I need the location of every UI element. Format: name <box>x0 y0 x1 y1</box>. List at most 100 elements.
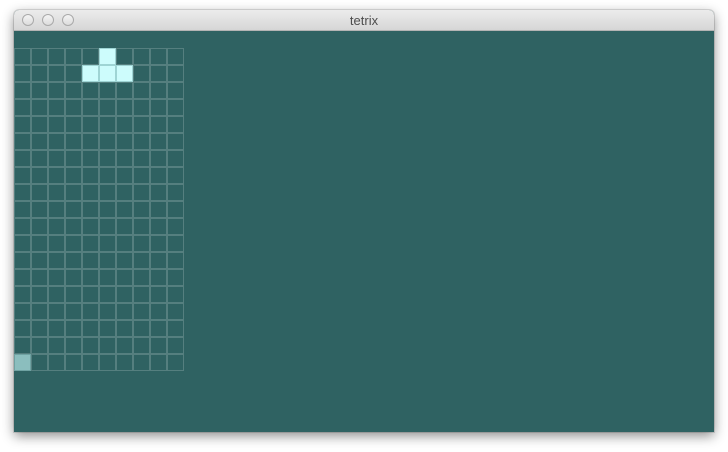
board-cell <box>82 235 99 252</box>
board-cell <box>82 48 99 65</box>
board-cell <box>99 303 116 320</box>
board-cell <box>48 286 65 303</box>
board-cell <box>167 286 184 303</box>
board-cell <box>167 269 184 286</box>
board-cell <box>133 99 150 116</box>
board-cell <box>48 167 65 184</box>
board-cell <box>133 184 150 201</box>
board-cell <box>31 99 48 116</box>
board-cell <box>116 320 133 337</box>
board-cell <box>65 99 82 116</box>
board-cell <box>167 354 184 371</box>
board-cell <box>116 218 133 235</box>
board-cell <box>14 252 31 269</box>
board-cell <box>31 354 48 371</box>
board-cell <box>48 303 65 320</box>
board-cell <box>48 99 65 116</box>
board-cell <box>150 99 167 116</box>
board-cell <box>133 167 150 184</box>
board-cell <box>14 65 31 82</box>
board-cell <box>150 218 167 235</box>
board-cell <box>82 354 99 371</box>
board-cell <box>116 354 133 371</box>
board-cell <box>14 116 31 133</box>
board-cell <box>48 218 65 235</box>
board-cell <box>82 116 99 133</box>
game-area[interactable] <box>14 31 714 432</box>
title-bar[interactable]: tetrix <box>14 10 714 31</box>
board-cell <box>48 82 65 99</box>
board-cell <box>167 133 184 150</box>
board-cell <box>167 82 184 99</box>
board-cell <box>31 82 48 99</box>
board-cell <box>167 116 184 133</box>
board-cell <box>48 184 65 201</box>
board-cell <box>82 218 99 235</box>
active-piece-block <box>82 65 99 82</box>
board-cell <box>48 252 65 269</box>
board-cell <box>133 286 150 303</box>
board-cell <box>116 184 133 201</box>
board-cell <box>31 133 48 150</box>
board-cell <box>82 99 99 116</box>
board-cell <box>99 320 116 337</box>
board-cell <box>99 167 116 184</box>
tetris-board[interactable] <box>14 48 184 371</box>
board-cell <box>167 235 184 252</box>
board-cell <box>48 269 65 286</box>
board-cell <box>65 65 82 82</box>
board-cell <box>133 150 150 167</box>
board-cell <box>82 337 99 354</box>
board-cell <box>150 201 167 218</box>
board-cell <box>99 99 116 116</box>
board-cell <box>65 82 82 99</box>
board-cell <box>14 320 31 337</box>
board-cell <box>31 269 48 286</box>
board-cell <box>133 65 150 82</box>
board-cell <box>31 303 48 320</box>
board-cell <box>150 150 167 167</box>
board-cell <box>82 252 99 269</box>
board-cell <box>133 218 150 235</box>
board-cell <box>99 184 116 201</box>
board-cell <box>31 218 48 235</box>
board-cell <box>31 48 48 65</box>
board-cell <box>167 201 184 218</box>
board-cell <box>65 150 82 167</box>
board-cell <box>99 252 116 269</box>
board-cell <box>65 354 82 371</box>
board-cell <box>65 218 82 235</box>
board-cell <box>48 150 65 167</box>
board-cell <box>116 235 133 252</box>
board-cell <box>31 201 48 218</box>
board-cell <box>167 337 184 354</box>
board-cell <box>14 133 31 150</box>
board-cell <box>150 184 167 201</box>
board-cell <box>150 133 167 150</box>
board-cell <box>133 133 150 150</box>
board-cell <box>14 167 31 184</box>
board-cell <box>133 269 150 286</box>
board-cell <box>14 235 31 252</box>
board-cell <box>31 184 48 201</box>
board-cell <box>167 99 184 116</box>
board-cell <box>116 82 133 99</box>
board-cell <box>150 235 167 252</box>
board-cell <box>133 354 150 371</box>
board-cell <box>65 133 82 150</box>
board-cell <box>48 65 65 82</box>
board-cell <box>14 99 31 116</box>
board-cell <box>82 184 99 201</box>
board-cell <box>48 133 65 150</box>
board-cell <box>65 235 82 252</box>
board-cell <box>82 150 99 167</box>
board-cell <box>65 303 82 320</box>
board-cell <box>150 252 167 269</box>
active-piece-block <box>116 65 133 82</box>
board-cell <box>150 269 167 286</box>
active-piece-block <box>99 48 116 65</box>
board-cell <box>99 116 116 133</box>
board-cell <box>133 320 150 337</box>
board-cell <box>99 235 116 252</box>
board-cell <box>116 167 133 184</box>
